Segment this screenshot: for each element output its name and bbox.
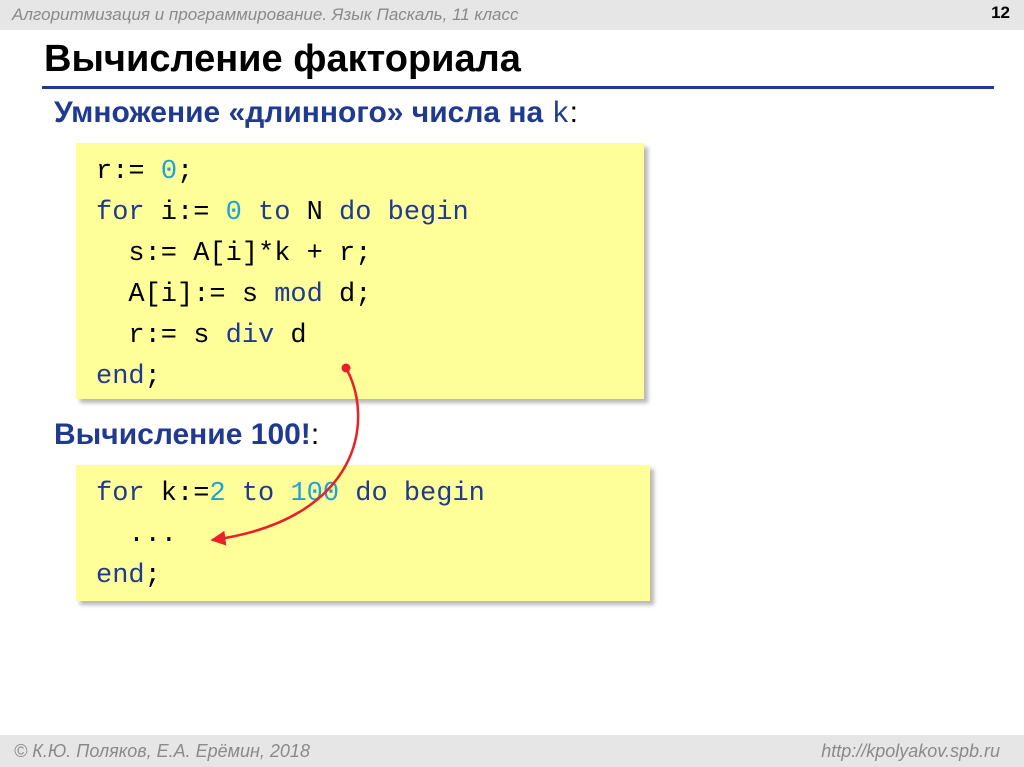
footer-url[interactable]: http://kpolyakov.spb.ru <box>821 741 1000 762</box>
footer-bar: © К.Ю. Поляков, Е.А. Ерёмин, 2018 http:/… <box>0 735 1024 767</box>
footer-authors: © К.Ю. Поляков, Е.А. Ерёмин, 2018 <box>14 741 310 761</box>
red-arrow-connector <box>210 363 360 546</box>
